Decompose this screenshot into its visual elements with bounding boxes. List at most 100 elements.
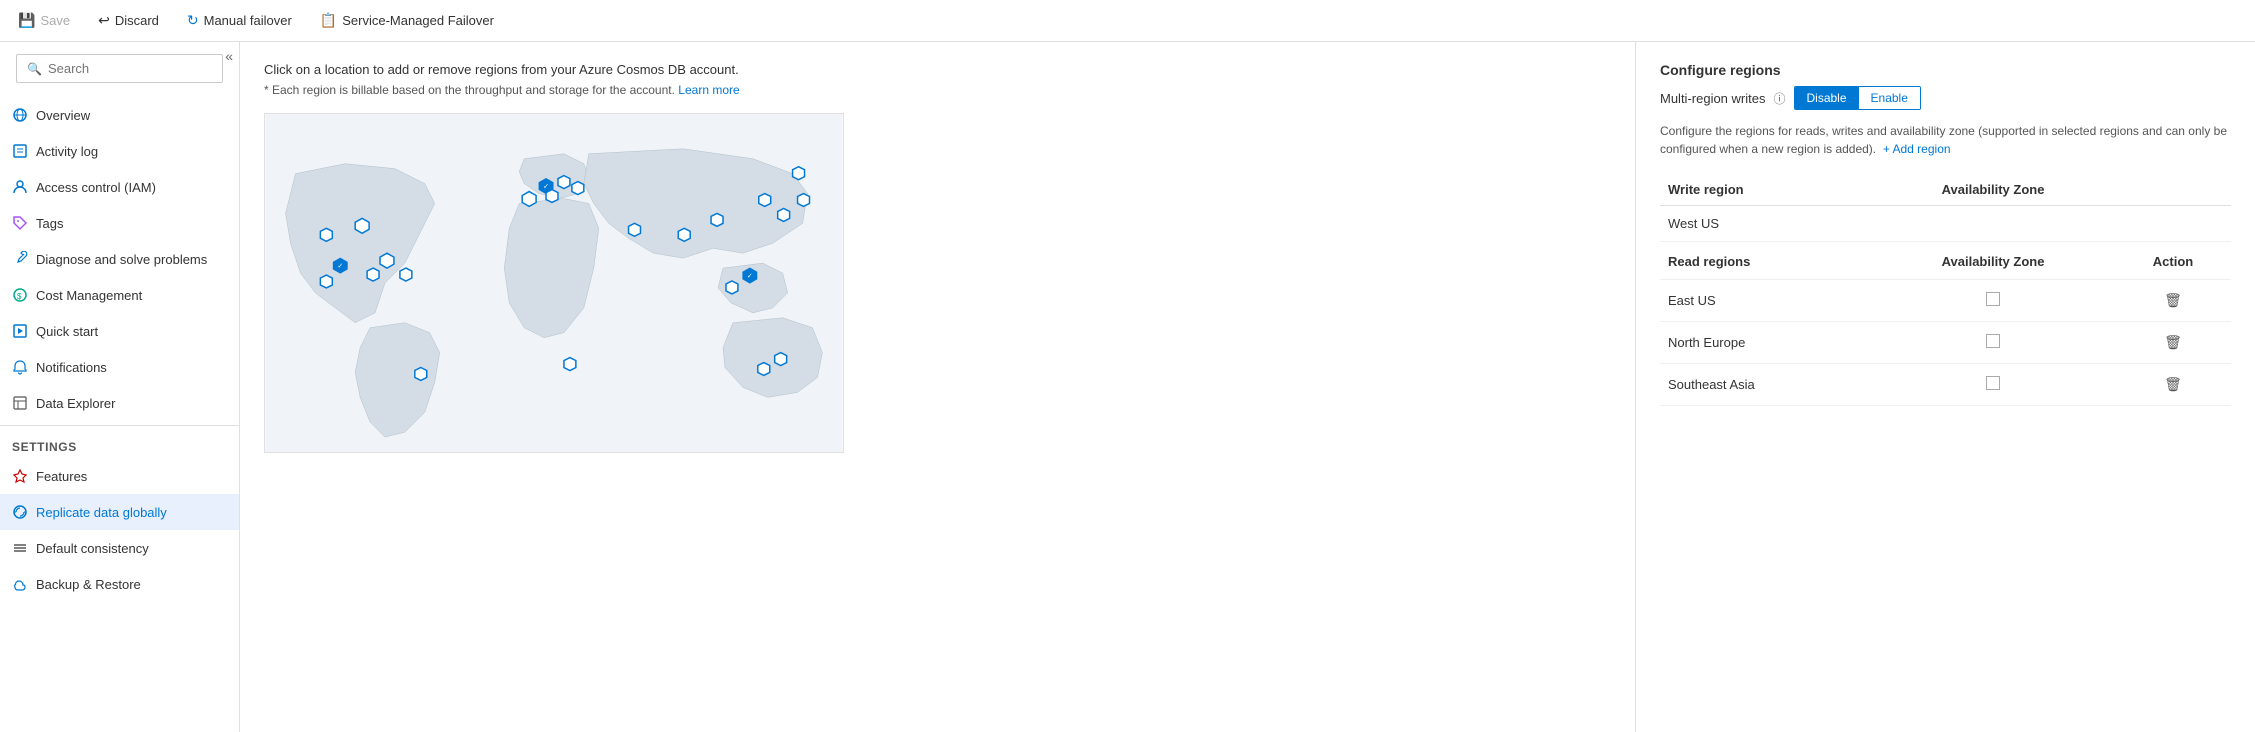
map-dot-east-us[interactable] xyxy=(380,253,394,268)
search-box[interactable]: 🔍 xyxy=(16,54,223,83)
sidebar-item-cost-management[interactable]: $ Cost Management xyxy=(0,277,239,313)
map-dot-japan[interactable] xyxy=(798,194,810,207)
map-dot-west-us[interactable]: ✓ xyxy=(333,258,347,273)
map-dot-us2[interactable] xyxy=(367,268,379,281)
features-icon xyxy=(12,468,28,484)
sidebar-label-data-explorer: Data Explorer xyxy=(36,396,115,411)
southeast-asia-az-checkbox[interactable] xyxy=(1986,376,2000,390)
map-dot-canada-west[interactable] xyxy=(320,228,332,241)
map-dot-us3[interactable] xyxy=(400,268,412,281)
north-europe-delete-button[interactable]: 🗑 xyxy=(2160,332,2186,353)
sidebar-item-iam[interactable]: Access control (IAM) xyxy=(0,169,239,205)
map-dot-brazil[interactable] xyxy=(415,368,427,381)
map-dot-canada[interactable] xyxy=(355,218,369,233)
world-map-svg: ✓ ✓ xyxy=(265,114,843,452)
table-row: North Europe 🗑 xyxy=(1660,322,2231,364)
sidebar-label-quick-start: Quick start xyxy=(36,324,98,339)
map-dot-southeast-asia[interactable]: ✓ xyxy=(743,268,757,283)
map-dot-india[interactable] xyxy=(678,228,690,241)
read-az-header: Availability Zone xyxy=(1871,242,2115,280)
east-us-action-cell: 🗑 xyxy=(2115,280,2231,322)
regions-table: Write region Availability Zone West US R… xyxy=(1660,174,2231,406)
map-dot-sg2[interactable] xyxy=(726,281,738,294)
multi-region-toggle: Disable Enable xyxy=(1794,86,1921,110)
sidebar-item-tags[interactable]: Tags xyxy=(0,205,239,241)
discard-icon: ↩ xyxy=(98,12,110,29)
sidebar-label-tags: Tags xyxy=(36,216,63,231)
map-dot-east-asia[interactable] xyxy=(759,194,771,207)
map-dot-uae[interactable] xyxy=(629,223,641,236)
map-dot-south-africa[interactable] xyxy=(564,358,576,371)
map-dot-europe3[interactable] xyxy=(572,182,584,195)
sidebar-item-data-explorer[interactable]: Data Explorer xyxy=(0,385,239,421)
map-dot-europe4[interactable] xyxy=(546,190,558,203)
world-map-container[interactable]: ✓ ✓ xyxy=(264,113,844,453)
explorer-icon xyxy=(12,395,28,411)
backup-icon xyxy=(12,576,28,592)
north-europe-action-cell: 🗑 xyxy=(2115,322,2231,364)
map-dot-australia-central[interactable] xyxy=(758,363,770,376)
configure-description: Configure the regions for reads, writes … xyxy=(1660,122,2231,158)
content-description: Click on a location to add or remove reg… xyxy=(264,62,1611,77)
discard-button[interactable]: ↩ Discard xyxy=(92,8,165,33)
southeast-asia-az-cell[interactable] xyxy=(1871,364,2115,406)
sidebar: « 🔍 Overview Activity log Access control… xyxy=(0,42,240,732)
quickstart-icon xyxy=(12,323,28,339)
multi-region-label: Multi-region writes xyxy=(1660,91,1765,106)
save-button[interactable]: 💾 Save xyxy=(12,8,76,33)
search-input[interactable] xyxy=(48,61,212,76)
content-area: Click on a location to add or remove reg… xyxy=(240,42,1635,732)
east-us-az-checkbox[interactable] xyxy=(1986,292,2000,306)
read-action-header: Action xyxy=(2115,242,2231,280)
settings-section-title: Settings xyxy=(0,430,239,458)
write-region-header: Write region xyxy=(1660,174,1871,206)
map-dot-korea[interactable] xyxy=(778,208,790,221)
sidebar-item-features[interactable]: Features xyxy=(0,458,239,494)
east-us-delete-button[interactable]: 🗑 xyxy=(2160,290,2186,311)
sidebar-label-overview: Overview xyxy=(36,108,90,123)
action-header-placeholder xyxy=(2115,174,2231,206)
write-region-az-cell xyxy=(1871,206,2115,242)
manual-failover-button[interactable]: ↻ Manual failover xyxy=(181,8,298,33)
content-note: * Each region is billable based on the t… xyxy=(264,83,1611,97)
north-europe-az-checkbox[interactable] xyxy=(1986,334,2000,348)
sidebar-item-activity-log[interactable]: Activity log xyxy=(0,133,239,169)
north-europe-az-cell[interactable] xyxy=(1871,322,2115,364)
read-regions-header-row: Read regions Availability Zone Action xyxy=(1660,242,2231,280)
bell-icon xyxy=(12,359,28,375)
sidebar-collapse-button[interactable]: « xyxy=(225,48,233,64)
consistency-icon xyxy=(12,540,28,556)
southeast-asia-delete-button[interactable]: 🗑 xyxy=(2160,374,2186,395)
sidebar-item-quick-start[interactable]: Quick start xyxy=(0,313,239,349)
map-dot-west-europe[interactable] xyxy=(522,192,536,207)
table-row: Southeast Asia 🗑 xyxy=(1660,364,2231,406)
sidebar-item-default-consistency[interactable]: Default consistency xyxy=(0,530,239,566)
service-failover-icon: 📋 xyxy=(320,12,337,29)
sidebar-item-overview[interactable]: Overview xyxy=(0,97,239,133)
svg-text:✓: ✓ xyxy=(747,273,753,280)
multi-region-row: Multi-region writes ⓘ Disable Enable xyxy=(1660,86,2231,110)
add-region-link[interactable]: + Add region xyxy=(1883,142,1951,156)
map-dot-australia-east[interactable] xyxy=(775,353,787,366)
configure-title: Configure regions xyxy=(1660,62,2231,78)
service-managed-failover-button[interactable]: 📋 Service-Managed Failover xyxy=(314,8,500,33)
write-region-row: West US xyxy=(1660,206,2231,242)
learn-more-link[interactable]: Learn more xyxy=(678,83,739,97)
map-dot-apac[interactable] xyxy=(793,167,805,180)
sidebar-item-replicate-data[interactable]: Replicate data globally xyxy=(0,494,239,530)
info-icon[interactable]: ⓘ xyxy=(1773,90,1785,107)
read-regions-header: Read regions xyxy=(1660,242,1871,280)
map-dot-china[interactable] xyxy=(711,213,723,226)
map-dot-west-us3[interactable] xyxy=(320,275,332,288)
east-us-az-cell[interactable] xyxy=(1871,280,2115,322)
sidebar-item-backup-restore[interactable]: Backup & Restore xyxy=(0,566,239,602)
sidebar-item-diagnose[interactable]: Diagnose and solve problems xyxy=(0,241,239,277)
disable-button[interactable]: Disable xyxy=(1795,87,1859,109)
main-layout: « 🔍 Overview Activity log Access control… xyxy=(0,42,2255,732)
sidebar-label-default-consistency: Default consistency xyxy=(36,541,149,556)
enable-button[interactable]: Enable xyxy=(1859,87,1920,109)
sidebar-item-notifications[interactable]: Notifications xyxy=(0,349,239,385)
replicate-icon xyxy=(12,504,28,520)
map-dot-europe2[interactable] xyxy=(558,176,570,189)
failover-icon: ↻ xyxy=(187,12,199,29)
